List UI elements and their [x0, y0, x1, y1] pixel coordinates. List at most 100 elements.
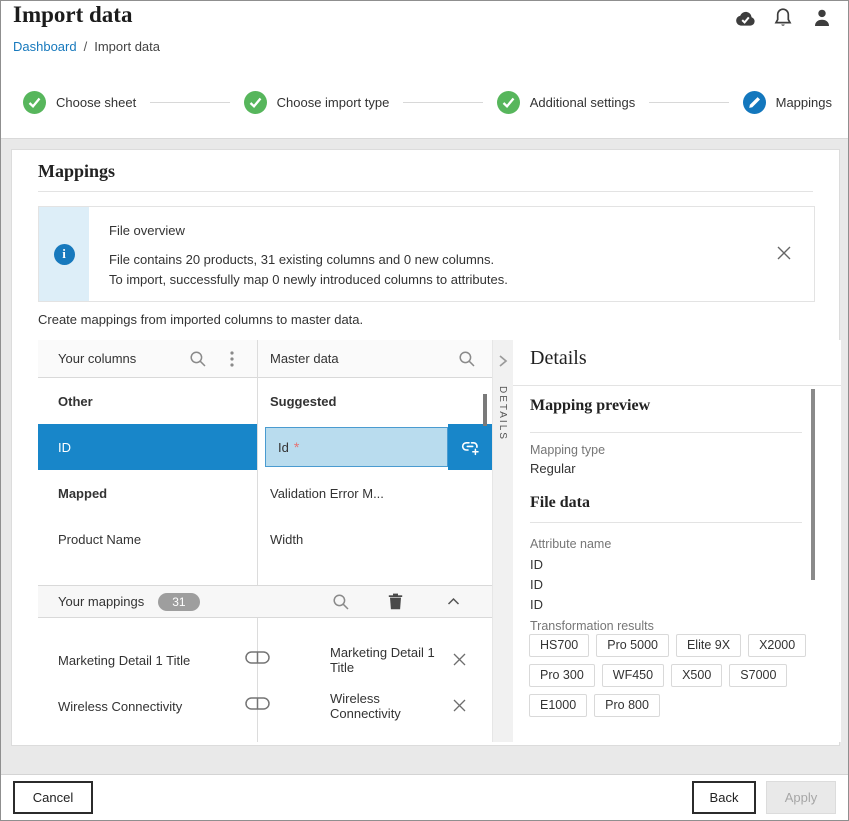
- details-title: Details: [530, 347, 587, 370]
- file-data-divider: [530, 522, 802, 523]
- master-item-validation-error[interactable]: Validation Error M...: [258, 470, 492, 516]
- result-chip: E1000: [529, 694, 587, 717]
- infobox-line2: To import, successfully map 0 newly intr…: [109, 270, 794, 290]
- step-choose-import-type[interactable]: Choose import type: [244, 91, 390, 114]
- column-item-id[interactable]: ID: [38, 424, 257, 470]
- transformation-results-label: Transformation results: [530, 619, 654, 633]
- infobox-close-icon[interactable]: [776, 245, 792, 261]
- master-group-suggested: Suggested: [258, 378, 492, 424]
- result-chip: X2000: [748, 634, 806, 657]
- result-chip: Pro 5000: [596, 634, 669, 657]
- action-bar: Cancel Back Apply: [1, 774, 848, 820]
- step-label: Mappings: [776, 95, 832, 110]
- wizard-stepper: Choose sheet Choose import type Addition…: [23, 89, 832, 115]
- result-chip: Pro 300: [529, 664, 595, 687]
- step-additional-settings[interactable]: Additional settings: [497, 91, 636, 114]
- mappings-count-badge: 31: [158, 593, 199, 611]
- attribute-values: ID ID ID: [530, 555, 543, 615]
- step-choose-sheet[interactable]: Choose sheet: [23, 91, 136, 114]
- mapping-row: Wireless Connectivity Wireless Connectiv…: [38, 683, 492, 729]
- column-group-mapped: Mapped: [38, 470, 257, 516]
- cancel-button[interactable]: Cancel: [13, 781, 93, 814]
- breadcrumb: Dashboard/Import data: [13, 39, 160, 54]
- step-connector: [403, 102, 482, 103]
- file-overview-infobox: i File overview File contains 20 product…: [38, 206, 815, 302]
- step-check-icon: [244, 91, 267, 114]
- mapping-target: Marketing Detail 1 Title: [257, 645, 452, 675]
- result-chip: WF450: [602, 664, 664, 687]
- your-mappings-title: Your mappings: [58, 594, 144, 609]
- mapping-preview-heading: Mapping preview: [530, 397, 650, 415]
- app-header: Import data Das: [1, 1, 848, 139]
- page-title: Import data: [13, 2, 132, 28]
- apply-button[interactable]: Apply: [766, 781, 836, 814]
- details-scrollbar[interactable]: [811, 389, 815, 580]
- your-mappings-list: Marketing Detail 1 Title Marketing Detai…: [38, 618, 492, 742]
- notifications-bell-icon[interactable]: [771, 6, 795, 30]
- header-actions: [732, 6, 834, 30]
- attribute-name-label: Attribute name: [530, 537, 611, 551]
- column-group-other: Other: [38, 378, 257, 424]
- remove-mapping-icon[interactable]: [452, 698, 468, 714]
- suggested-attribute-label: Id: [278, 440, 289, 455]
- infobox-title: File overview: [109, 223, 794, 238]
- breadcrumb-dashboard-link[interactable]: Dashboard: [13, 39, 77, 54]
- info-icon: i: [54, 244, 75, 265]
- step-check-icon: [23, 91, 46, 114]
- step-label: Choose sheet: [56, 95, 136, 110]
- attribute-value: ID: [530, 595, 543, 615]
- create-mapping-button[interactable]: [448, 424, 492, 470]
- result-chip: HS700: [529, 634, 589, 657]
- step-connector: [150, 102, 229, 103]
- chevron-right-icon: [497, 354, 509, 373]
- your-columns-title: Your columns: [58, 351, 187, 366]
- link-toggle-icon[interactable]: [245, 697, 270, 715]
- master-data-header: Master data: [258, 340, 492, 378]
- step-pencil-icon: [743, 91, 766, 114]
- mapping-type-label: Mapping type: [530, 443, 605, 457]
- step-mappings[interactable]: Mappings: [743, 91, 832, 114]
- step-label: Choose import type: [277, 95, 390, 110]
- search-icon[interactable]: [456, 348, 478, 370]
- mapping-type-value: Regular: [530, 461, 576, 476]
- your-mappings-header: Your mappings 31: [38, 585, 492, 618]
- sync-cloud-check-icon[interactable]: [732, 6, 756, 30]
- delete-mappings-trash-icon[interactable]: [384, 591, 406, 613]
- back-button[interactable]: Back: [692, 781, 756, 814]
- kebab-menu-icon[interactable]: [221, 348, 243, 370]
- mapping-area: Your columns Other ID Mapped Product Nam…: [38, 340, 492, 742]
- remove-mapping-icon[interactable]: [452, 652, 468, 668]
- mapping-target: Wireless Connectivity: [257, 691, 452, 721]
- mapping-preview-divider: [530, 432, 802, 433]
- attribute-value: ID: [530, 555, 543, 575]
- required-asterisk: *: [294, 439, 299, 455]
- suggested-mapping-row: Id *: [258, 424, 492, 470]
- suggested-attribute-id[interactable]: Id *: [265, 427, 448, 467]
- details-collapse-strip[interactable]: DETAILS: [492, 340, 513, 742]
- infobox-content: File overview File contains 20 products,…: [89, 207, 814, 301]
- search-icon[interactable]: [187, 348, 209, 370]
- infobox-line1: File contains 20 products, 31 existing c…: [109, 250, 794, 270]
- import-data-window: Import data Das: [0, 0, 849, 821]
- step-label: Additional settings: [530, 95, 636, 110]
- step-connector: [649, 102, 728, 103]
- master-data-scrollbar[interactable]: [483, 394, 487, 426]
- section-divider: [38, 191, 813, 192]
- details-divider: [513, 385, 841, 386]
- mapping-source: Marketing Detail 1 Title: [38, 653, 257, 668]
- infobox-accent-strip: i: [39, 207, 89, 301]
- file-data-heading: File data: [530, 494, 590, 512]
- master-data-title: Master data: [270, 351, 456, 366]
- user-account-icon[interactable]: [810, 6, 834, 30]
- collapse-chevron-up-icon[interactable]: [442, 591, 464, 613]
- column-item-product-name[interactable]: Product Name: [38, 516, 257, 562]
- details-panel: Details Mapping preview Mapping type Reg…: [513, 340, 841, 742]
- link-toggle-icon[interactable]: [245, 651, 270, 669]
- your-columns-header: Your columns: [38, 340, 257, 378]
- search-icon[interactable]: [330, 591, 352, 613]
- result-chip: Elite 9X: [676, 634, 741, 657]
- master-item-width[interactable]: Width: [258, 516, 492, 562]
- transformation-results-chips: HS700Pro 5000Elite 9XX2000Pro 300WF450X5…: [529, 634, 821, 724]
- result-chip: Pro 800: [594, 694, 660, 717]
- mapping-row: Marketing Detail 1 Title Marketing Detai…: [38, 637, 492, 683]
